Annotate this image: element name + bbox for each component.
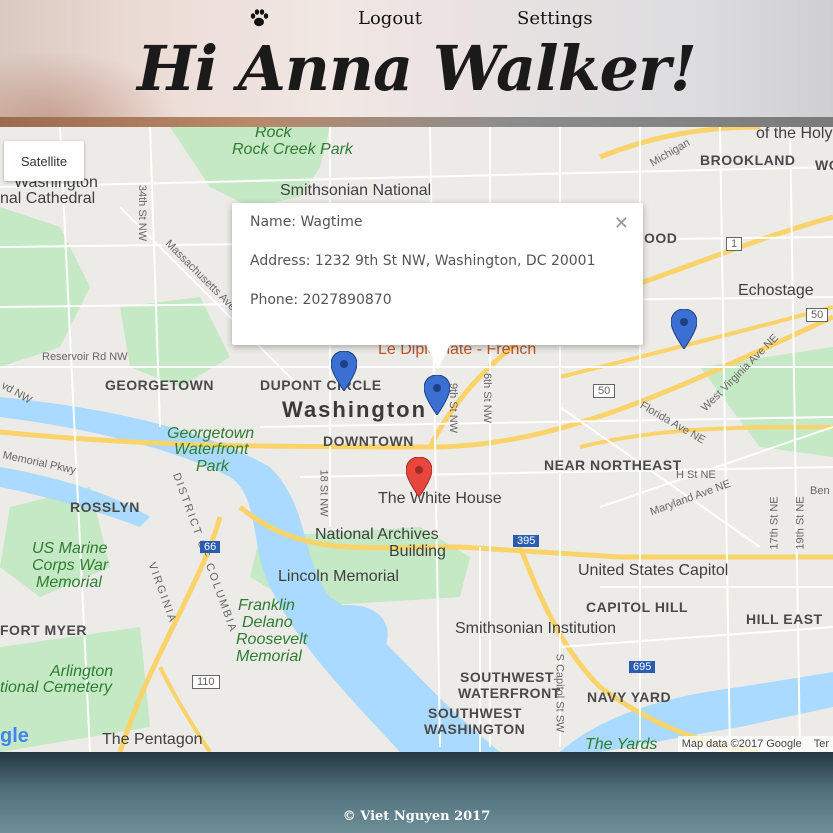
route-shield-50: 50 — [806, 308, 829, 322]
map-label-georgetown-waterfront-3: Park — [196, 458, 229, 475]
map-label-building: Building — [389, 543, 446, 560]
map-label-s-capitol: S Capitol St SW — [553, 653, 566, 733]
map-label-capitol-hill: CAPITOL HILL — [586, 599, 688, 615]
map-label-national-cemetery: tional Cemetery — [0, 679, 113, 696]
info-phone: Phone: 2027890870 — [250, 292, 392, 308]
close-icon[interactable]: ✕ — [614, 213, 629, 234]
map-label-of-the-holy: of the Holy — [756, 127, 833, 142]
map-label-19th-st: 19th St NE — [794, 496, 807, 550]
map-label-17th-st: 17th St NE — [768, 496, 781, 550]
map-label-southwest-washington-2: WASHINGTON — [424, 721, 526, 737]
map-label-h-st: H St NE — [676, 469, 716, 481]
map-label-rock: Rock — [255, 127, 292, 141]
map-label-dupont-circle: DUPONT CIRCLE — [260, 377, 382, 393]
header: Logout Settings Hi Anna Walker! — [0, 0, 833, 127]
info-name: Name: Wagtime — [250, 214, 363, 230]
map-label-memorial: Memorial — [36, 574, 102, 591]
map-label-smithsonian-national: Smithsonian National — [280, 182, 432, 199]
map-label-6th-st: 6th St NW — [481, 372, 494, 424]
map-label-georgetown-waterfront-2: Waterfront — [174, 441, 249, 458]
map[interactable]: Rock Rock Creek Park Smithsonian Nationa… — [0, 127, 833, 752]
map-label-34th-st: 34th St NW — [136, 184, 149, 242]
route-shield-695: 695 — [629, 661, 656, 673]
google-logo-text: gle — [0, 725, 29, 747]
google-logo: gle — [0, 725, 29, 748]
map-label-memorial-2: Memorial — [236, 648, 302, 665]
map-label-navy-yard: NAVY YARD — [587, 689, 672, 705]
map-label-ood: OOD — [644, 230, 678, 246]
map-label-pentagon: The Pentagon — [102, 731, 203, 748]
map-label-near-northeast: NEAR NORTHEAST — [544, 457, 682, 473]
map-label-rosslyn: ROSSLYN — [70, 499, 140, 515]
info-address: Address: 1232 9th St NW, Washington, DC … — [250, 253, 596, 269]
map-label-national-cathedral: nal Cathedral — [0, 190, 96, 207]
map-label-ben: Ben — [810, 485, 830, 497]
map-label-washington: Washington — [282, 397, 428, 422]
map-label-white-house: The White House — [378, 490, 502, 507]
map-label-delano: Delano — [242, 614, 293, 631]
top-nav: Logout Settings — [0, 6, 833, 30]
map-label-18th-st: 18 St NW — [317, 469, 330, 517]
map-label-brookland: BROOKLAND — [700, 152, 796, 168]
paw-icon[interactable] — [248, 7, 270, 29]
route-shield-1: 1 — [726, 237, 743, 251]
map-label-downtown: DOWNTOWN — [323, 433, 414, 449]
map-label-southwest-waterfront-1: SOUTHWEST — [460, 669, 554, 685]
map-label-franklin: Franklin — [238, 597, 295, 614]
map-label-fort-myer: FORT MYER — [0, 622, 87, 638]
info-window: Name: Wagtime Address: 1232 9th St NW, W… — [232, 203, 643, 369]
map-label-rock-creek-park: Rock Creek Park — [232, 141, 353, 158]
map-label-georgetown: GEORGETOWN — [105, 377, 214, 393]
route-shield-110: 110 — [192, 675, 220, 689]
settings-link[interactable]: Settings — [517, 8, 593, 29]
map-label-wo: WO — [815, 157, 833, 173]
marker-blue-3[interactable] — [671, 309, 697, 349]
greeting-title: Hi Anna Walker! — [137, 32, 697, 105]
map-attribution: Map data ©2017 Google Ter — [677, 736, 833, 752]
logout-link[interactable]: Logout — [358, 8, 422, 29]
route-shield-395: 395 — [513, 535, 540, 547]
map-label-national-archives: National Archives — [315, 526, 439, 543]
marker-blue-2[interactable] — [424, 375, 450, 415]
map-label-us-marine: US Marine — [32, 540, 108, 557]
map-label-lincoln-memorial: Lincoln Memorial — [278, 568, 399, 585]
map-label-us-capitol: United States Capitol — [578, 562, 729, 579]
route-shield-50b: 50 — [593, 384, 616, 398]
map-label-roosevelt: Roosevelt — [236, 631, 308, 648]
map-label-reservoir-rd: Reservoir Rd NW — [42, 351, 128, 363]
marker-red[interactable] — [406, 457, 432, 497]
map-data-attribution: Map data ©2017 Google — [681, 738, 802, 750]
map-label-southwest-washington-1: SOUTHWEST — [428, 705, 522, 721]
page-footer: © Viet Nguyen 2017 — [0, 752, 833, 833]
satellite-button[interactable]: Satellite — [4, 141, 84, 181]
map-label-smithsonian-institution: Smithsonian Institution — [455, 620, 616, 637]
map-label-echostage: Echostage — [738, 282, 814, 299]
map-label-southwest-waterfront-2: WATERFRONT — [458, 685, 561, 701]
terms-link[interactable]: Ter — [814, 738, 829, 750]
route-shield-66: 66 — [200, 541, 221, 553]
map-label-corps-war: Corps War — [32, 557, 109, 574]
map-label-hill-east: HILL EAST — [746, 611, 823, 627]
map-label-the-yards: The Yards — [585, 736, 658, 752]
copyright-text: © Viet Nguyen 2017 — [342, 809, 491, 824]
marker-blue-1[interactable] — [331, 351, 357, 391]
